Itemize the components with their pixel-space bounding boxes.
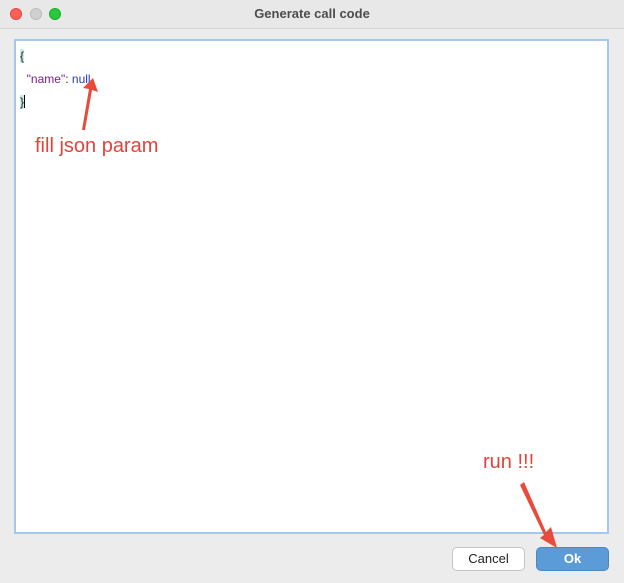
dialog-window: Generate call code { "name": null} fill … bbox=[0, 0, 624, 583]
ok-button[interactable]: Ok bbox=[536, 547, 609, 571]
cancel-button[interactable]: Cancel bbox=[452, 547, 525, 571]
arrow-to-value-icon bbox=[82, 78, 98, 130]
arrow-to-ok-icon bbox=[520, 482, 557, 548]
annotation-arrows bbox=[82, 78, 557, 548]
